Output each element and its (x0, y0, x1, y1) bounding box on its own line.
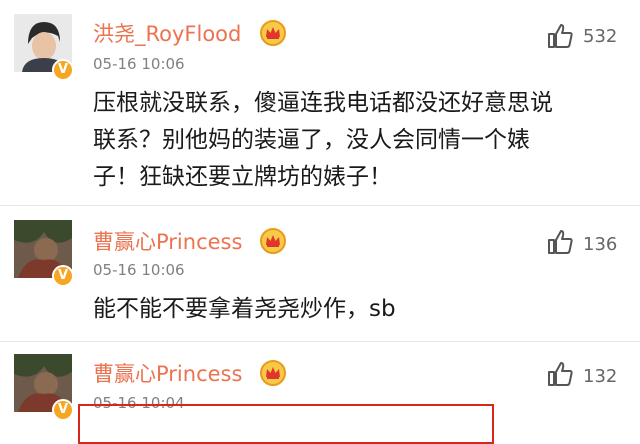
comment-username[interactable]: 洪尧_RoyFlood (93, 18, 241, 48)
crown-badge-icon (260, 228, 286, 254)
verified-badge-icon: V (52, 265, 74, 287)
comment-text: 压根就没联系，傻逼连我电话都没还好意思说 联系？别他妈的装逼了，没人会同情一个婊… (93, 85, 623, 196)
thumbs-up-icon[interactable] (546, 22, 574, 50)
crown-badge-icon (260, 360, 286, 386)
like-count: 532 (583, 26, 618, 47)
comment-text-line: 压根就没联系，傻逼连我电话都没还好意思说 (93, 90, 553, 116)
verified-badge-icon: V (52, 59, 74, 81)
comment-text: 能不能不要拿着尧尧炒作，sb (93, 291, 623, 328)
comment-item: V 洪尧_RoyFlood 05-16 10:06 532 压根就没联系，傻逼连… (0, 0, 640, 205)
crown-badge-icon (260, 20, 286, 46)
comment-username[interactable]: 曹赢心Princess (93, 358, 242, 388)
verified-badge-icon: V (52, 399, 74, 421)
comment-text-line: 子！狂缺还要立牌坊的婊子！ (93, 164, 392, 190)
like-count: 136 (583, 234, 618, 255)
thumbs-up-icon[interactable] (546, 228, 574, 256)
comment-text-line: 联系？别他妈的装逼了，没人会同情一个婊 (93, 127, 530, 153)
comment-timestamp: 05-16 10:06 (93, 55, 185, 73)
comment-item: V 曹赢心Princess 05-16 10:06 136 能不能不要拿着尧尧炒… (0, 206, 640, 342)
highlight-box (78, 404, 494, 444)
comment-timestamp: 05-16 10:06 (93, 261, 185, 279)
thumbs-up-icon[interactable] (546, 360, 574, 388)
comment-text-line: 能不能不要拿着尧尧炒作，sb (93, 296, 396, 322)
comment-username[interactable]: 曹赢心Princess (93, 226, 242, 256)
like-count: 132 (583, 366, 618, 387)
